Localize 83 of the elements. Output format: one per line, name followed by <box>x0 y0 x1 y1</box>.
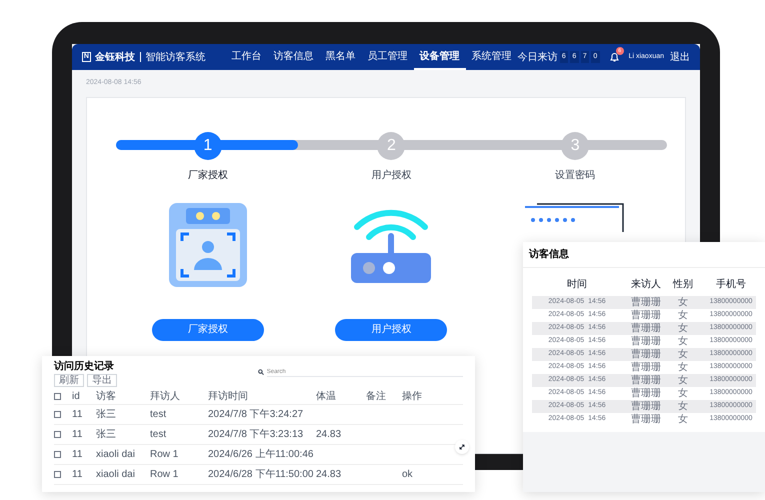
nav-tab[interactable]: 黑名单 <box>320 44 362 70</box>
table-cell-text: 女 <box>677 388 689 399</box>
column-header: 来访人 <box>630 278 662 292</box>
table-cell-text: 11 <box>72 450 84 460</box>
checkbox[interactable] <box>54 411 61 418</box>
table-cell-text: 11 <box>72 410 84 420</box>
column-header: 手机号 <box>715 278 747 292</box>
checkbox[interactable] <box>54 471 61 478</box>
table-cell-text: 曹珊珊 <box>630 349 662 360</box>
column-header: 体温 <box>316 390 337 404</box>
table-cell-text: 张三 <box>96 410 117 420</box>
step-number: 1 <box>194 132 222 160</box>
column-header: 时间 <box>566 278 588 292</box>
table-cell-text: 曹珊珊 <box>630 375 662 386</box>
table-cell-text: 女 <box>677 401 689 412</box>
table-cell-text: 2024/7/8 下午3:24:27 <box>208 410 304 420</box>
step-number: 3 <box>561 132 590 160</box>
checkbox[interactable] <box>54 393 61 400</box>
checkbox[interactable] <box>54 431 61 438</box>
column-header: 性别 <box>672 278 694 292</box>
toolbar-button[interactable]: 导出 <box>87 374 117 387</box>
table-cell-text: 24.83 <box>316 470 342 480</box>
table-cell-text: 11 <box>72 430 84 440</box>
table-cell-text: 女 <box>677 336 689 347</box>
table-cell-text: Row 1 <box>150 450 180 460</box>
table-cell-text: 曹珊珊 <box>630 323 662 334</box>
table-cell-text: 女 <box>677 414 689 425</box>
table-cell-text: 曹珊珊 <box>630 388 662 399</box>
table-cell-text: ok <box>402 470 414 480</box>
table-cell-text: 女 <box>677 297 689 308</box>
table-cell-text: 曹珊珊 <box>630 310 662 321</box>
table-cell-text: 女 <box>677 310 689 321</box>
step-button[interactable]: 厂家授权 <box>152 318 264 340</box>
table-cell-text: 曹珊珊 <box>630 414 662 425</box>
logout-link[interactable]: 退出 <box>670 50 690 64</box>
step-button[interactable]: 用户授权 <box>335 318 448 340</box>
nav-tab[interactable]: 工作台 <box>226 44 268 70</box>
checkbox[interactable] <box>54 451 61 458</box>
table-cell-text: 女 <box>677 375 689 386</box>
table-cell-text: Row 1 <box>150 470 180 480</box>
card-title: 访客信息 <box>523 242 765 268</box>
table-cell-text: 2024/7/8 下午3:23:13 <box>208 430 304 440</box>
table-cell-text: 2024/6/28 下午11:50:00 <box>208 470 314 480</box>
table-cell-text: 女 <box>677 323 689 334</box>
step-label: 设置密码 <box>555 168 596 182</box>
nav-tab[interactable]: 系统管理 <box>466 44 518 70</box>
search-icon <box>258 369 264 375</box>
table-cell-text: xiaoli dai <box>96 450 136 460</box>
column-header: 操作 <box>402 390 423 404</box>
table-cell-text: 24.83 <box>316 430 342 440</box>
card-title: 访问历史记录 <box>54 359 115 374</box>
table-cell-text: 2024/6/26 上午11:00:46 <box>208 450 314 460</box>
table-cell-text: test <box>150 430 168 440</box>
step-number: 2 <box>377 132 406 160</box>
table-cell-text: xiaoli dai <box>96 470 136 480</box>
table-cell-text: 张三 <box>96 430 117 440</box>
bell-icon[interactable] <box>610 52 619 62</box>
system-name: 智能访客系统 <box>146 50 206 64</box>
column-header: id <box>72 390 81 404</box>
nav-tab[interactable]: 设备管理 <box>414 44 466 70</box>
step-label: 厂家授权 <box>188 168 228 182</box>
nav-tab[interactable]: 员工管理 <box>362 44 414 70</box>
toolbar-button[interactable]: 刷新 <box>54 374 84 387</box>
expand-button[interactable] <box>455 440 469 454</box>
table-cell-text: 女 <box>677 362 689 373</box>
brand-name: 金钰科技 <box>94 50 135 64</box>
table-cell-text: 曹珊珊 <box>630 297 662 308</box>
column-header: 备注 <box>366 390 387 404</box>
table-cell-text: 11 <box>72 470 84 480</box>
nav-tab[interactable]: 访客信息 <box>268 44 320 70</box>
table-cell-text: 女 <box>677 349 689 360</box>
table-cell-text: test <box>150 410 168 420</box>
column-header: 拜访人 <box>150 390 181 404</box>
password-card-icon <box>525 202 626 232</box>
today-visits-label: 今日来访 <box>518 50 558 64</box>
column-header: 拜访时间 <box>208 390 249 404</box>
expand-icon <box>459 444 465 450</box>
column-header: 访客 <box>96 390 117 404</box>
face-scanner-icon <box>168 202 247 286</box>
step-label: 用户授权 <box>371 168 412 182</box>
table-cell-text: 曹珊珊 <box>630 362 662 373</box>
table-cell-text: 曹珊珊 <box>630 336 662 347</box>
table-cell-text: 曹珊珊 <box>630 401 662 412</box>
